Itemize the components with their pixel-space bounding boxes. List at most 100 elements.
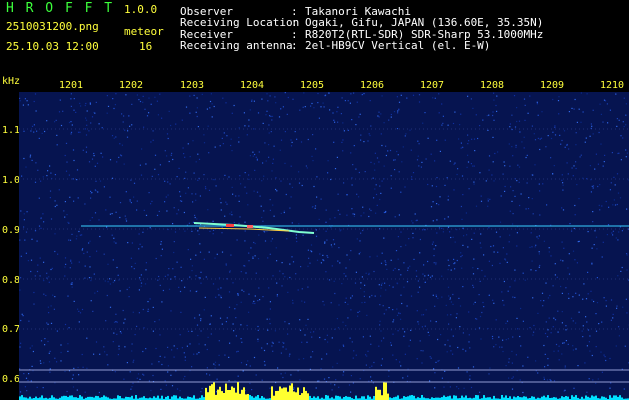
noise-dot [429,356,431,358]
noise-dot [573,387,575,389]
noise-dot [243,290,245,293]
spectrum-bar [307,393,309,400]
noise-dot [412,232,414,234]
noise-dot [415,220,417,222]
noise-dot [376,204,378,206]
noise-dot [133,359,135,361]
noise-dot [125,220,128,222]
noise-dot [465,212,467,214]
noise-dot [350,391,352,393]
noise-dot [400,94,402,96]
noise-dot [424,325,426,327]
noise-dot [543,376,545,378]
noise-dot [311,336,313,338]
noise-dot [589,350,591,352]
noise-dot [275,177,277,179]
spectrum-bar [421,395,423,400]
noise-dot [76,389,78,391]
noise-dot [99,180,102,182]
noise-dot [423,264,425,266]
noise-dot [355,124,357,126]
noise-dot [333,243,336,245]
noise-dot [240,183,242,185]
noise-dot [456,386,458,388]
noise-dot [596,302,599,304]
noise-dot [303,92,305,94]
noise-dot [19,368,21,370]
noise-dot [466,234,468,236]
noise-dot [148,380,150,382]
noise-dot [310,105,312,107]
noise-dot [70,259,72,261]
noise-dot [403,335,405,337]
noise-dot [492,111,494,113]
noise-dot [81,353,83,356]
noise-dot [269,199,271,201]
spectrum-bar [97,396,99,400]
noise-dot [89,219,91,221]
noise-dot [380,284,383,286]
noise-dot [132,382,134,384]
noise-dot [405,133,407,135]
noise-dot [166,210,168,212]
noise-dot [404,186,406,188]
noise-dot [462,332,464,334]
noise-dot [394,169,396,171]
noise-dot [19,239,21,241]
noise-dot [331,389,333,391]
noise-dot [444,218,446,220]
noise-dot [170,124,172,127]
noise-dot [64,154,66,157]
noise-dot [589,335,591,337]
noise-dot [397,154,399,156]
noise-dot [370,209,372,212]
noise-dot [68,174,70,176]
noise-dot [86,367,88,369]
noise-dot [368,215,370,218]
noise-dot [431,185,433,187]
noise-dot [604,100,607,102]
noise-dot [435,262,437,264]
noise-dot [622,306,624,308]
noise-dot [128,296,130,298]
noise-dot [509,286,511,288]
noise-dot [489,198,491,200]
spectrum-bar [61,396,63,400]
noise-dot [84,277,86,279]
noise-dot [559,134,561,136]
noise-dot [173,241,175,243]
noise-dot [398,269,400,271]
noise-dot [620,135,622,137]
noise-dot [129,125,131,127]
noise-dot [278,341,280,343]
noise-dot [396,128,399,130]
noise-dot [212,179,214,181]
noise-dot [315,387,317,389]
noise-dot [170,374,172,376]
spectrum-bar [571,395,573,400]
noise-dot [247,360,249,362]
noise-dot [511,200,513,202]
noise-dot [550,332,552,334]
noise-dot [49,350,51,352]
noise-dot [24,386,26,388]
noise-dot [196,353,198,355]
noise-dot [339,213,341,215]
spectrum-bar [271,386,273,400]
noise-dot [182,147,184,149]
noise-dot [291,141,293,143]
spectrum-bar [593,396,595,400]
spectrum-bar [383,382,385,400]
noise-dot [537,312,539,314]
noise-dot [337,260,339,262]
noise-dot [159,355,161,357]
noise-dot [595,313,597,315]
noise-dot [195,199,197,201]
noise-dot [183,378,185,380]
noise-dot [193,172,195,174]
noise-dot [266,93,268,95]
noise-dot [337,121,339,123]
noise-dot [364,284,366,286]
noise-dot [198,343,200,345]
noise-dot [404,353,406,355]
